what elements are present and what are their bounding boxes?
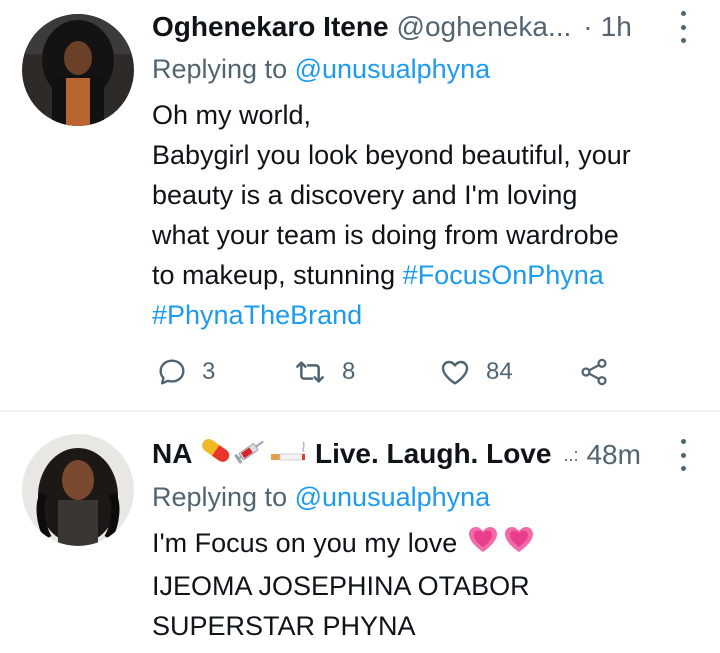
syringe-emoji: [233, 435, 269, 476]
replying-to-handle[interactable]: @unusualphyna: [295, 482, 491, 512]
more-icon[interactable]: [676, 439, 690, 471]
avatar[interactable]: [22, 434, 134, 546]
replying-to: Replying to @unusualphyna: [152, 477, 490, 517]
reply-feed: Oghenekaro Itene @ogheneka... · 1h Reply…: [0, 0, 720, 653]
tweet-header: NA Live. Laugh. Love ..: 48m: [152, 435, 690, 475]
reply-count: 3: [202, 358, 216, 385]
tweet-text: Oh my world, Babygirl you look beyond be…: [152, 95, 692, 335]
tweet-text-line: Oh my world,: [152, 100, 312, 130]
timestamp[interactable]: 1h: [601, 7, 632, 47]
tweet-text-line: beauty is a discovery and I'm loving: [152, 180, 578, 210]
tweet-text-line: IJEOMA JOSEPHINA OTABOR: [152, 571, 530, 602]
tweet[interactable]: NA Live. Laugh. Love ..: 48m Replying to…: [0, 412, 720, 653]
tweet-text-fragment: to makeup, stunning: [152, 260, 403, 290]
cigarette-emoji: [269, 435, 307, 476]
retweet-button[interactable]: 8: [292, 352, 355, 392]
replying-to: Replying to @unusualphyna: [152, 49, 490, 89]
separator: ·: [583, 11, 593, 42]
tweet-text-line: Babygirl you look beyond beautiful, your: [152, 140, 631, 170]
display-name-suffix: Live. Laugh. Love: [314, 437, 552, 469]
beating-heart-emoji: [465, 523, 501, 566]
tweet-header: Oghenekaro Itene @ogheneka... · 1h: [152, 7, 690, 47]
like-icon: [438, 356, 472, 388]
share-button[interactable]: [578, 352, 610, 392]
retweet-count: 8: [342, 358, 356, 385]
tweet-text-line: I'm Focus on you my love: [152, 523, 692, 566]
pill-emoji: [199, 435, 233, 476]
replying-to-label: Replying to: [152, 54, 288, 84]
heart-emojis: [465, 523, 537, 566]
user-handle[interactable]: @ogheneka...: [397, 7, 572, 47]
separator: ..:: [563, 445, 579, 465]
timestamp[interactable]: 48m: [586, 435, 640, 475]
display-name[interactable]: NA Live. Laugh. Love: [152, 434, 551, 476]
like-count: 84: [486, 358, 513, 385]
tweet-text-line: what your team is doing from wardrobe: [152, 220, 619, 250]
display-name[interactable]: Oghenekaro Itene: [152, 7, 389, 47]
hashtag-link[interactable]: #PhynaTheBrand: [152, 300, 362, 330]
display-name-prefix: NA: [152, 437, 200, 469]
beating-heart-emoji: [501, 523, 537, 566]
reply-button[interactable]: 3: [156, 352, 215, 392]
tweet-text-line: SUPERSTAR PHYNA: [152, 611, 416, 642]
avatar[interactable]: [22, 14, 134, 126]
tweet-text-line: #PhynaTheBrand: [152, 295, 692, 335]
replying-to-label: Replying to: [152, 482, 288, 512]
more-icon[interactable]: [676, 11, 690, 43]
tweet-text-fragment: I'm Focus on you my love: [152, 528, 465, 558]
reply-icon: [156, 356, 188, 388]
replying-to-handle[interactable]: @unusualphyna: [295, 54, 491, 84]
tweet-text: I'm Focus on you my love IJEOMA JOSEPHIN…: [152, 523, 692, 646]
like-button[interactable]: 84: [438, 352, 513, 392]
tweet-actions: 3 8 84: [152, 352, 622, 392]
name-emojis: [199, 435, 307, 476]
tweet-text-line: to makeup, stunning #FocusOnPhyna: [152, 255, 692, 295]
retweet-icon: [292, 356, 328, 388]
hashtag-link[interactable]: #FocusOnPhyna: [403, 260, 604, 290]
share-icon: [578, 356, 610, 388]
tweet[interactable]: Oghenekaro Itene @ogheneka... · 1h Reply…: [0, 0, 720, 410]
